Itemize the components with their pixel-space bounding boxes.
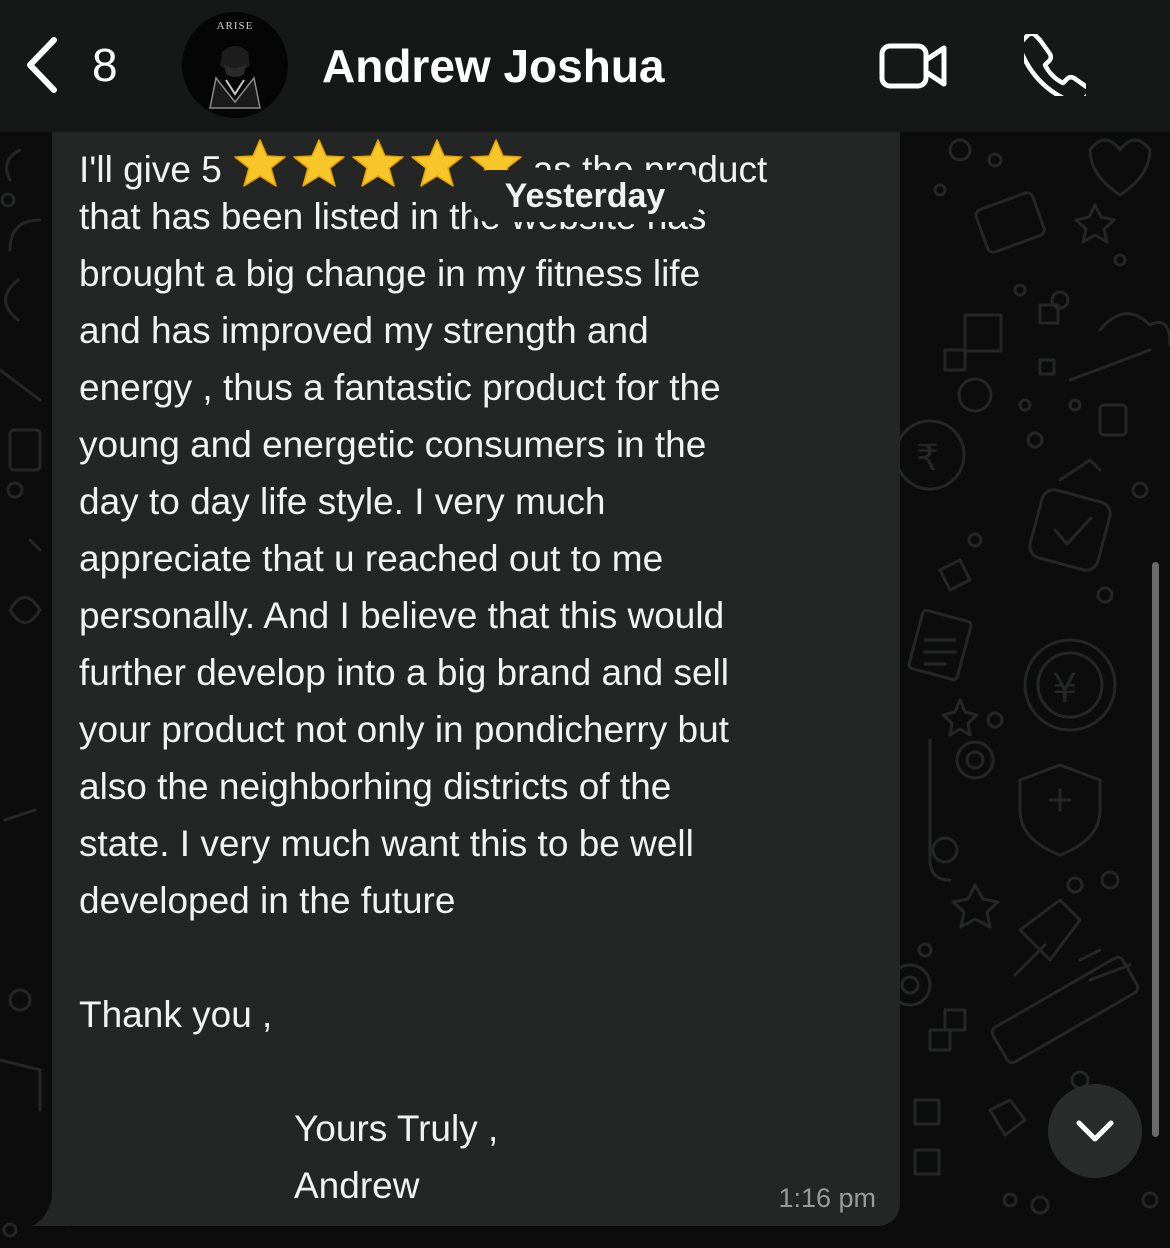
chat-screen: ₹ ¥ 8 ARISE Andrew Joshua I'll give 5 pr… <box>0 0 1170 1248</box>
message-signature: Andrew <box>294 1165 420 1206</box>
phone-icon <box>1018 31 1092 105</box>
message-signoff: Yours Truly , <box>294 1108 499 1149</box>
message-line: appreciate that u reached out to me <box>79 538 664 579</box>
chevron-down-icon <box>1076 1120 1114 1142</box>
avatar-figure-icon <box>209 46 261 109</box>
video-camera-icon <box>879 43 947 89</box>
video-call-button[interactable] <box>878 38 950 94</box>
message-line: further develop into a big brand and sel… <box>79 652 729 693</box>
message-line: your product not only in pondicherry but <box>79 709 729 750</box>
chat-header: 8 ARISE Andrew Joshua <box>0 0 1170 132</box>
message-line: day to day life style. I very much <box>79 481 606 522</box>
message-line: brought a big change in my fitness life <box>79 253 701 294</box>
message-line: young and energetic consumers in the <box>79 424 707 465</box>
contact-name[interactable]: Andrew Joshua <box>322 36 665 96</box>
message-line: state. I very much want this to be well <box>79 823 694 864</box>
voice-call-button[interactable] <box>1018 31 1092 105</box>
svg-text:₹: ₹ <box>916 438 939 479</box>
message-line: also the neighborhing districts of the <box>79 766 672 807</box>
message-line: personally. And I believe that this woul… <box>79 595 725 636</box>
date-separator: Yesterday <box>470 170 700 222</box>
message-timestamp: 1:16 pm <box>778 1183 876 1213</box>
chevron-left-icon <box>27 37 57 93</box>
star-icon <box>350 138 406 188</box>
star-icon <box>232 138 288 188</box>
message-line: and has improved my strength and <box>79 310 649 351</box>
message-closing: Thank you , <box>79 994 273 1035</box>
scrollbar[interactable] <box>1152 562 1159 1137</box>
scroll-to-bottom-button[interactable] <box>1048 1084 1142 1178</box>
star-icon <box>409 138 465 188</box>
message-line: developed in the future <box>79 880 456 921</box>
star-icon <box>291 138 347 188</box>
unread-count: 8 <box>92 39 118 91</box>
svg-text:¥: ¥ <box>1052 666 1077 712</box>
message-line: energy , thus a fantastic product for th… <box>79 367 721 408</box>
back-button[interactable]: 8 <box>22 30 142 100</box>
avatar[interactable]: ARISE <box>182 12 288 118</box>
message-text-before-stars: I'll give 5 <box>79 149 222 190</box>
